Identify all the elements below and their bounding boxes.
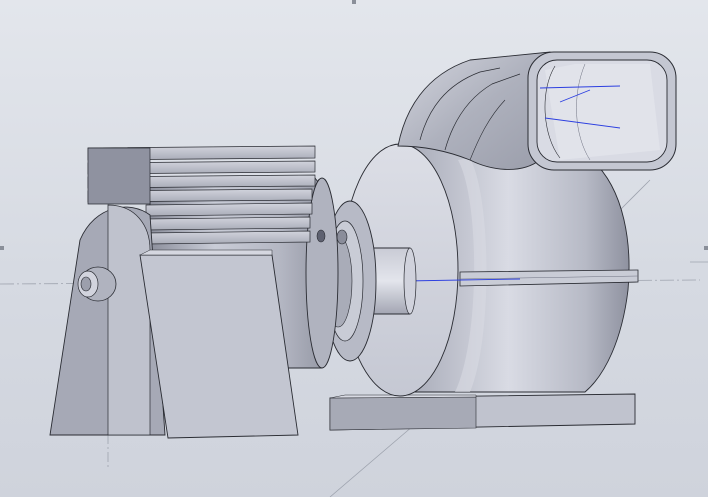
- blower-housing[interactable]: [329, 51, 677, 431]
- pivot-pin[interactable]: [77, 266, 117, 302]
- duct-outlet-opening[interactable]: [527, 51, 677, 171]
- 3d-model-view[interactable]: [0, 0, 708, 497]
- cad-graphics-viewport[interactable]: [0, 0, 708, 497]
- electric-motor[interactable]: [49, 145, 339, 439]
- motor-mount-front-plate[interactable]: [139, 254, 299, 439]
